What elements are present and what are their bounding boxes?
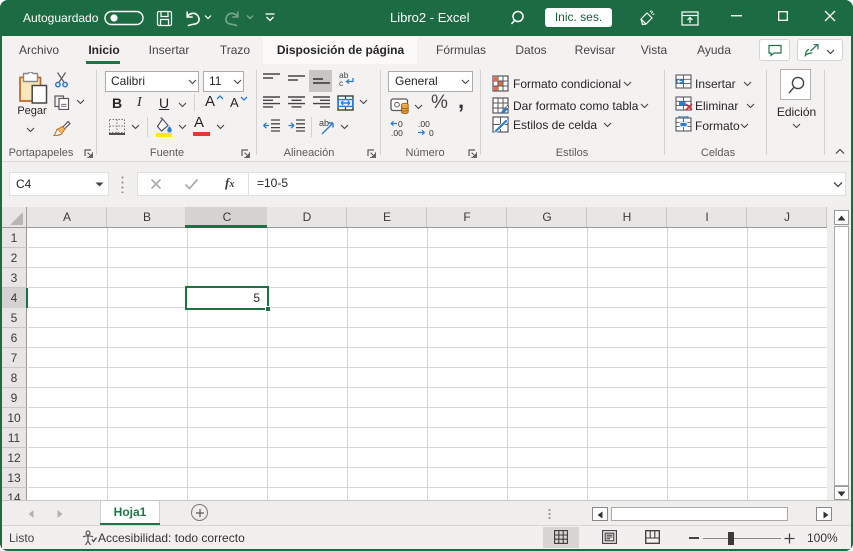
svg-text:.00: .00: [391, 128, 403, 137]
svg-text:0: 0: [429, 128, 434, 137]
svg-text:ab: ab: [319, 118, 329, 128]
